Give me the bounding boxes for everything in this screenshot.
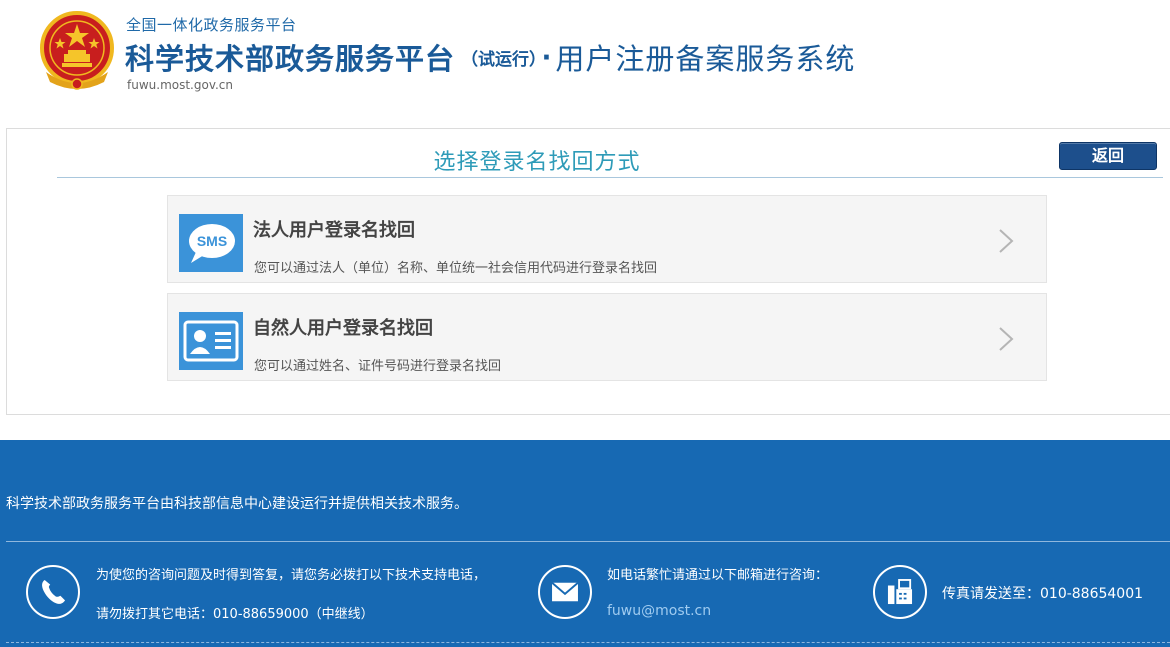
mail-consult-text: 如电话繁忙请通过以下邮箱进行咨询： (607, 568, 829, 583)
fax-icon (873, 565, 927, 619)
site-title-dot: · (541, 43, 552, 73)
chevron-right-icon (999, 327, 1014, 351)
sms-icon: SMS (179, 214, 243, 272)
option-natural-person[interactable]: 自然人用户登录名找回 您可以通过姓名、证件号码进行登录名找回 (167, 293, 1047, 381)
option-description: 您可以通过法人（单位）名称、单位统一社会信用代码进行登录名找回 (254, 261, 658, 276)
site-footer: 科学技术部政务服务平台由科技部信息中心建设运行并提供相关技术服务。 为使您的咨询… (0, 440, 1170, 647)
site-title-trial: （试运行） (461, 50, 538, 70)
option-title: 自然人用户登录名找回 (253, 318, 433, 339)
mail-address-link[interactable]: fuwu@most.cn (607, 603, 711, 619)
fax-text: 传真请发送至：010-88654001 (942, 586, 1144, 602)
footer-statement: 科学技术部政务服务平台由科技部信息中心建设运行并提供相关技术服务。 (6, 496, 468, 512)
id-card-icon (179, 312, 243, 370)
footer-divider (6, 541, 1170, 542)
site-title-main: 科学技术部政务服务平台 (125, 42, 456, 76)
sms-icon-text: SMS (197, 233, 227, 249)
phone-icon (26, 565, 80, 619)
title-divider (57, 177, 1163, 178)
national-emblem-icon (40, 11, 114, 90)
tech-support-phone: 请勿拨打其它电话：010-88659000（中继线） (96, 607, 374, 622)
option-description: 您可以通过姓名、证件号码进行登录名找回 (254, 359, 502, 374)
platform-label: 全国一体化政务服务平台 (126, 16, 297, 34)
site-header: 全国一体化政务服务平台 科学技术部政务服务平台 （试运行） · 用户注册备案服务系统 … (0, 0, 1170, 110)
chevron-right-icon (999, 229, 1014, 253)
option-legal-person[interactable]: SMS 法人用户登录名找回 您可以通过法人（单位）名称、单位统一社会信用代码进行… (167, 195, 1047, 283)
recovery-panel: 选择登录名找回方式 返回 SMS 法人用户登录名找回 您可以通过法人（单位）名称… (6, 128, 1170, 415)
option-title: 法人用户登录名找回 (253, 220, 415, 241)
tech-support-text: 为使您的咨询问题及时得到答复，请您务必拨打以下技术支持电话， (96, 568, 487, 583)
mail-icon (538, 565, 592, 619)
site-domain: fuwu.most.gov.cn (127, 78, 234, 92)
page-title: 选择登录名找回方式 (433, 150, 641, 175)
site-title: 科学技术部政务服务平台 （试运行） · 用户注册备案服务系统 (125, 36, 855, 78)
site-title-system: 用户注册备案服务系统 (555, 42, 856, 76)
back-button[interactable]: 返回 (1059, 142, 1157, 170)
footer-dashed-divider (6, 642, 1170, 643)
